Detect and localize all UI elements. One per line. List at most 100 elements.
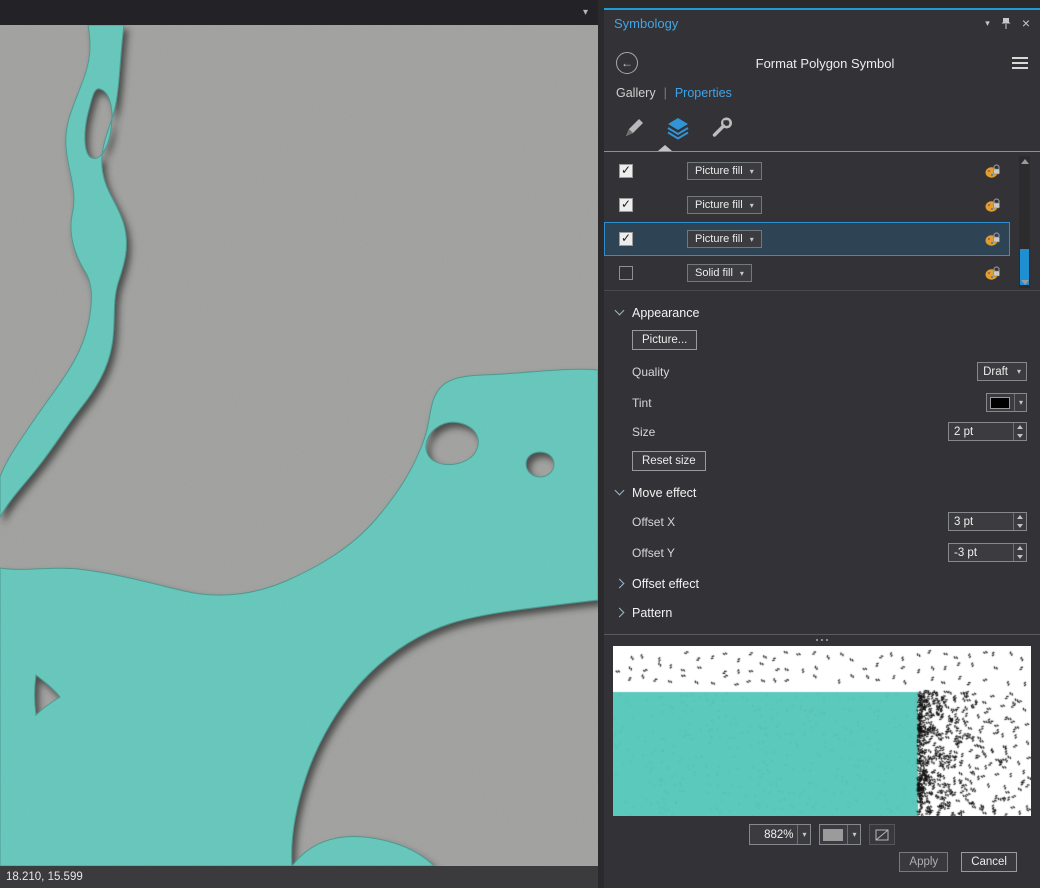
color-lock-icon[interactable] [985, 163, 1001, 179]
section-offset-effect[interactable]: Offset effect [604, 576, 1040, 591]
symbol-layer-row[interactable]: Picture fill [604, 154, 1010, 188]
picture-button[interactable]: Picture... [632, 330, 697, 350]
back-button[interactable] [616, 52, 638, 74]
splitter-handle-icon[interactable] [816, 639, 828, 641]
tab-gallery[interactable]: Gallery [616, 86, 656, 100]
layer-visibility-checkbox[interactable] [619, 164, 633, 178]
fill-type-dropdown[interactable]: Picture fill [687, 162, 762, 180]
tab-bar: Gallery | Properties [604, 86, 1040, 100]
offset-x-decrement-button[interactable] [1014, 522, 1026, 531]
section-appearance-label: Appearance [632, 306, 699, 320]
preview-color-arrow-icon[interactable] [847, 825, 856, 844]
symbol-preview-canvas [613, 646, 1031, 816]
layer-visibility-checkbox[interactable] [619, 198, 633, 212]
preview-color-dropdown[interactable] [819, 824, 860, 845]
offset-x-label: Offset X [632, 515, 675, 529]
cancel-button[interactable]: Cancel [961, 852, 1017, 872]
color-lock-icon[interactable] [985, 265, 1001, 281]
fill-type-dropdown[interactable]: Solid fill [687, 264, 752, 282]
map-canvas[interactable] [0, 25, 598, 866]
symbol-tab-icon[interactable] [618, 112, 650, 144]
slashed-square-icon [875, 829, 889, 841]
format-title: Format Polygon Symbol [638, 56, 1012, 71]
scroll-down-arrow[interactable] [1019, 277, 1030, 288]
fill-type-dropdown[interactable]: Picture fill [687, 196, 762, 214]
panel-options-chevron-icon[interactable] [985, 18, 990, 29]
offset-x-value[interactable]: 3 pt [949, 513, 1013, 530]
map-statusbar: 18.210, 15.599 [0, 866, 598, 888]
offset-x-increment-button[interactable] [1014, 513, 1026, 522]
tint-swatch [990, 397, 1010, 409]
format-header-row: Format Polygon Symbol [604, 50, 1040, 76]
offset-y-value[interactable]: -3 pt [949, 544, 1013, 561]
map-texture-overlay [0, 25, 598, 866]
size-value[interactable]: 2 pt [949, 423, 1013, 440]
quality-label: Quality [632, 365, 669, 379]
scroll-up-arrow[interactable] [1019, 156, 1030, 167]
reset-size-button[interactable]: Reset size [632, 451, 706, 471]
size-spinner[interactable]: 2 pt [948, 422, 1027, 441]
zoom-dropdown-arrow-icon[interactable] [798, 825, 810, 844]
size-row: Size 2 pt [604, 422, 1040, 441]
section-pattern[interactable]: Pattern [604, 605, 1040, 620]
symbol-layer-row[interactable]: Solid fill [604, 256, 1010, 290]
layers-scrollbar[interactable] [1019, 156, 1030, 288]
layers-icon [665, 116, 691, 140]
active-tab-caret [658, 145, 672, 151]
section-appearance[interactable]: Appearance [604, 305, 1040, 320]
section-offset-effect-label: Offset effect [632, 577, 699, 591]
preview-splitter[interactable] [604, 634, 1040, 646]
preview-color-swatch [823, 829, 843, 841]
symbology-panel: Symbology Format Polygon Symbol Gallery … [604, 8, 1040, 888]
symbol-layer-row[interactable]: Picture fill [604, 188, 1010, 222]
size-decrement-button[interactable] [1014, 432, 1026, 441]
section-move-effect-label: Move effect [632, 486, 696, 500]
chevron-down-icon [615, 486, 625, 496]
offset-x-spinner[interactable]: 3 pt [948, 512, 1027, 531]
close-icon[interactable] [1022, 16, 1030, 30]
apply-button[interactable]: Apply [899, 852, 948, 872]
section-move-effect[interactable]: Move effect [604, 485, 1040, 500]
tab-separator: | [664, 86, 667, 100]
color-lock-icon[interactable] [985, 197, 1001, 213]
map-polygons [0, 25, 598, 866]
section-pattern-label: Pattern [632, 606, 672, 620]
color-lock-icon[interactable] [985, 231, 1001, 247]
size-label: Size [632, 425, 655, 439]
wrench-icon [710, 116, 734, 140]
pencil-icon [622, 116, 646, 140]
zoom-dropdown[interactable]: 882% [749, 824, 811, 845]
layers-tab-icon[interactable] [662, 112, 694, 144]
preview-controls: 882% [604, 824, 1040, 845]
pin-icon[interactable] [1001, 17, 1011, 30]
fill-type-dropdown[interactable]: Picture fill [687, 230, 762, 248]
tint-color-dropdown[interactable] [986, 393, 1027, 412]
offset-y-row: Offset Y -3 pt [604, 543, 1040, 562]
symbol-layer-row[interactable]: Picture fill [604, 222, 1010, 256]
map-coordinates: 18.210, 15.599 [6, 871, 83, 883]
layer-visibility-checkbox[interactable] [619, 232, 633, 246]
layer-visibility-checkbox[interactable] [619, 266, 633, 280]
offset-y-spinner[interactable]: -3 pt [948, 543, 1027, 562]
panel-title: Symbology [614, 16, 678, 31]
structure-tab-icon[interactable] [706, 112, 738, 144]
tint-dropdown-arrow-icon[interactable] [1014, 394, 1023, 411]
reset-size-row: Reset size [604, 451, 1040, 471]
size-increment-button[interactable] [1014, 423, 1026, 432]
offset-y-increment-button[interactable] [1014, 544, 1026, 553]
quality-row: Quality Draft [604, 362, 1040, 381]
symbol-toolbar [604, 112, 1040, 152]
preview-toggle-button[interactable] [869, 824, 895, 845]
map-menu-chevron-icon[interactable] [583, 8, 588, 18]
quality-value: Draft [983, 366, 1008, 378]
offset-y-decrement-button[interactable] [1014, 553, 1026, 562]
chevron-right-icon [615, 608, 625, 618]
symbol-preview [613, 646, 1031, 816]
zoom-value[interactable]: 882% [750, 825, 797, 844]
tab-properties[interactable]: Properties [675, 86, 732, 100]
tint-row: Tint [604, 393, 1040, 412]
menu-icon[interactable] [1012, 57, 1028, 59]
symbol-layers-list: Picture fill Picture fill Picture fill [604, 154, 1040, 291]
quality-dropdown[interactable]: Draft [977, 362, 1027, 381]
panel-footer: Apply Cancel [604, 852, 1040, 872]
